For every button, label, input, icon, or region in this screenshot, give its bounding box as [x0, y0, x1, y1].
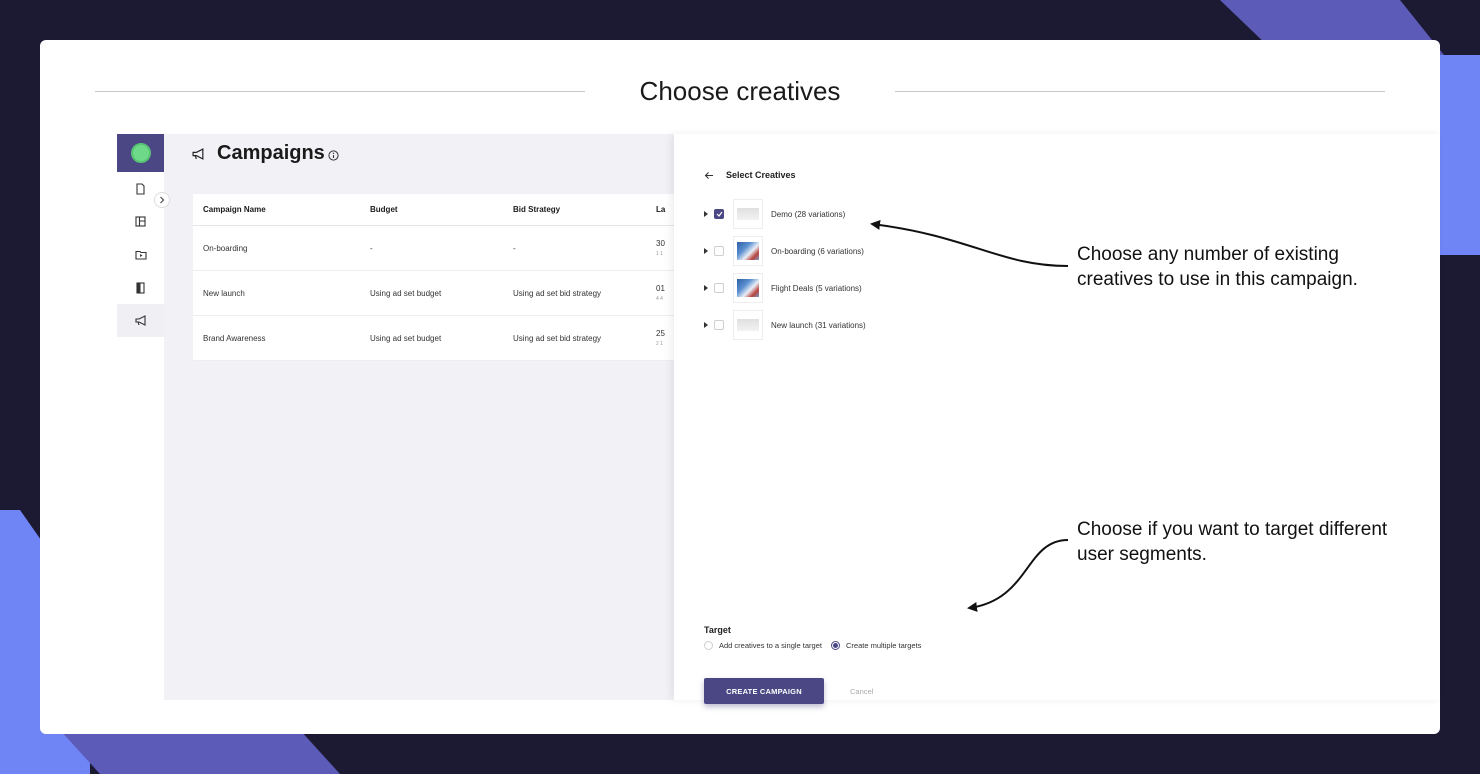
campaign-last-sub: 2 1 — [656, 341, 663, 347]
back-arrow-icon[interactable] — [704, 171, 714, 180]
slide-card: Choose creatives Campaigns Campaign Name — [40, 40, 1440, 734]
creative-checkbox[interactable] — [714, 246, 724, 256]
target-label: Target — [704, 625, 731, 635]
column-header[interactable]: Budget — [370, 205, 513, 214]
divider — [895, 91, 1385, 92]
cancel-button[interactable]: Cancel — [850, 687, 873, 696]
megaphone-icon — [192, 147, 204, 160]
expand-caret-icon[interactable] — [704, 285, 708, 291]
campaign-name: Brand Awareness — [203, 333, 266, 343]
creative-label: Flight Deals (5 variations) — [771, 283, 862, 293]
panel-header: Select Creatives — [704, 170, 796, 180]
info-icon[interactable] — [328, 149, 339, 161]
create-campaign-button[interactable]: CREATE CAMPAIGN — [704, 678, 824, 704]
campaigns-table: Campaign Name Budget Bid Strategy La On-… — [193, 194, 674, 361]
sidebar-item-layouts[interactable] — [117, 205, 164, 238]
campaigns-main: Campaigns Campaign Name Budget Bid Strat… — [164, 134, 674, 700]
table-row[interactable]: On-boarding - - 30 1 1 — [193, 226, 674, 271]
target-radio-group: Add creatives to a single target Create … — [704, 641, 930, 650]
creative-label: On-boarding (6 variations) — [771, 246, 864, 256]
sidebar-toggle-button[interactable] — [154, 192, 170, 208]
background-shape — [1440, 55, 1480, 255]
expand-caret-icon[interactable] — [704, 322, 708, 328]
creative-item[interactable]: New launch (31 variations) — [704, 308, 866, 342]
campaign-last-cell: 30 1 1 — [656, 239, 674, 257]
campaign-last-cell: 25 2 1 — [656, 329, 674, 347]
campaign-last-sub: 1 1 — [656, 251, 663, 257]
campaign-last: 01 — [656, 284, 665, 293]
page-header: Campaigns — [192, 142, 339, 165]
slide-title: Choose creatives — [639, 76, 841, 106]
creative-checkbox[interactable] — [714, 209, 724, 219]
thumbnail-image — [737, 319, 759, 331]
target-option-single[interactable]: Add creatives to a single target — [704, 641, 822, 650]
creative-checkbox[interactable] — [714, 320, 724, 330]
table-row[interactable]: New launch Using ad set budget Using ad … — [193, 271, 674, 316]
chevron-right-icon — [160, 196, 165, 204]
column-header[interactable]: Bid Strategy — [513, 205, 656, 214]
megaphone-icon — [134, 315, 146, 326]
column-header[interactable]: La — [656, 205, 674, 214]
app-logo[interactable] — [117, 134, 164, 172]
creative-thumbnail — [733, 273, 763, 303]
campaign-name: On-boarding — [203, 243, 248, 253]
creative-thumbnail — [733, 199, 763, 229]
annotation-creatives: Choose any number of existing creatives … — [1077, 244, 1358, 290]
creative-item[interactable]: On-boarding (6 variations) — [704, 234, 864, 268]
select-creatives-panel: Select Creatives Demo (28 variations) On… — [674, 134, 1440, 704]
campaign-last-cell: 01 4 4 — [656, 284, 674, 302]
table-header: Campaign Name Budget Bid Strategy La — [193, 194, 674, 226]
creative-label: New launch (31 variations) — [771, 320, 866, 330]
campaign-last: 25 — [656, 329, 665, 338]
column-header[interactable]: Campaign Name — [193, 205, 370, 214]
table-row[interactable]: Brand Awareness Using ad set budget Usin… — [193, 316, 674, 361]
campaign-budget: Using ad set budget — [370, 288, 442, 298]
target-option-multiple[interactable]: Create multiple targets — [830, 641, 922, 650]
creative-item[interactable]: Flight Deals (5 variations) — [704, 271, 862, 305]
creative-label: Demo (28 variations) — [771, 209, 846, 219]
thumbnail-image — [737, 208, 759, 220]
campaign-bid-strategy: Using ad set bid strategy — [513, 288, 602, 298]
sidebar-item-media[interactable] — [117, 238, 164, 271]
campaign-budget: Using ad set budget — [370, 333, 442, 343]
campaign-last-sub: 4 4 — [656, 296, 663, 302]
campaign-bid-strategy: - — [513, 243, 516, 253]
creative-checkbox[interactable] — [714, 283, 724, 293]
radio-button[interactable] — [704, 641, 713, 650]
annotation-target: Choose if you want to target different u… — [1077, 519, 1388, 565]
layout-icon — [135, 216, 146, 227]
door-icon — [136, 281, 145, 294]
creative-item[interactable]: Demo (28 variations) — [704, 197, 845, 231]
sidebar — [117, 134, 164, 340]
page-title: Campaigns — [217, 142, 325, 164]
sidebar-item-campaigns[interactable] — [117, 304, 164, 337]
logo-icon — [130, 143, 151, 163]
folder-play-icon — [134, 250, 147, 260]
creative-thumbnail — [733, 236, 763, 266]
document-icon — [136, 182, 145, 195]
thumbnail-image — [737, 279, 759, 297]
campaign-bid-strategy: Using ad set bid strategy — [513, 333, 602, 343]
campaign-last: 30 — [656, 239, 665, 248]
radio-button[interactable] — [830, 641, 840, 650]
option-label: Add creatives to a single target — [719, 641, 822, 650]
panel-title: Select Creatives — [726, 170, 796, 180]
expand-caret-icon[interactable] — [704, 211, 708, 217]
thumbnail-image — [737, 242, 759, 260]
option-label: Create multiple targets — [845, 641, 922, 650]
checkmark-icon — [716, 211, 722, 217]
campaign-budget: - — [370, 243, 373, 253]
creative-thumbnail — [733, 310, 763, 340]
sidebar-item-exports[interactable] — [117, 271, 164, 304]
expand-caret-icon[interactable] — [704, 248, 708, 254]
divider — [95, 91, 585, 92]
background-shape — [60, 730, 340, 774]
campaign-name: New launch — [203, 288, 245, 298]
